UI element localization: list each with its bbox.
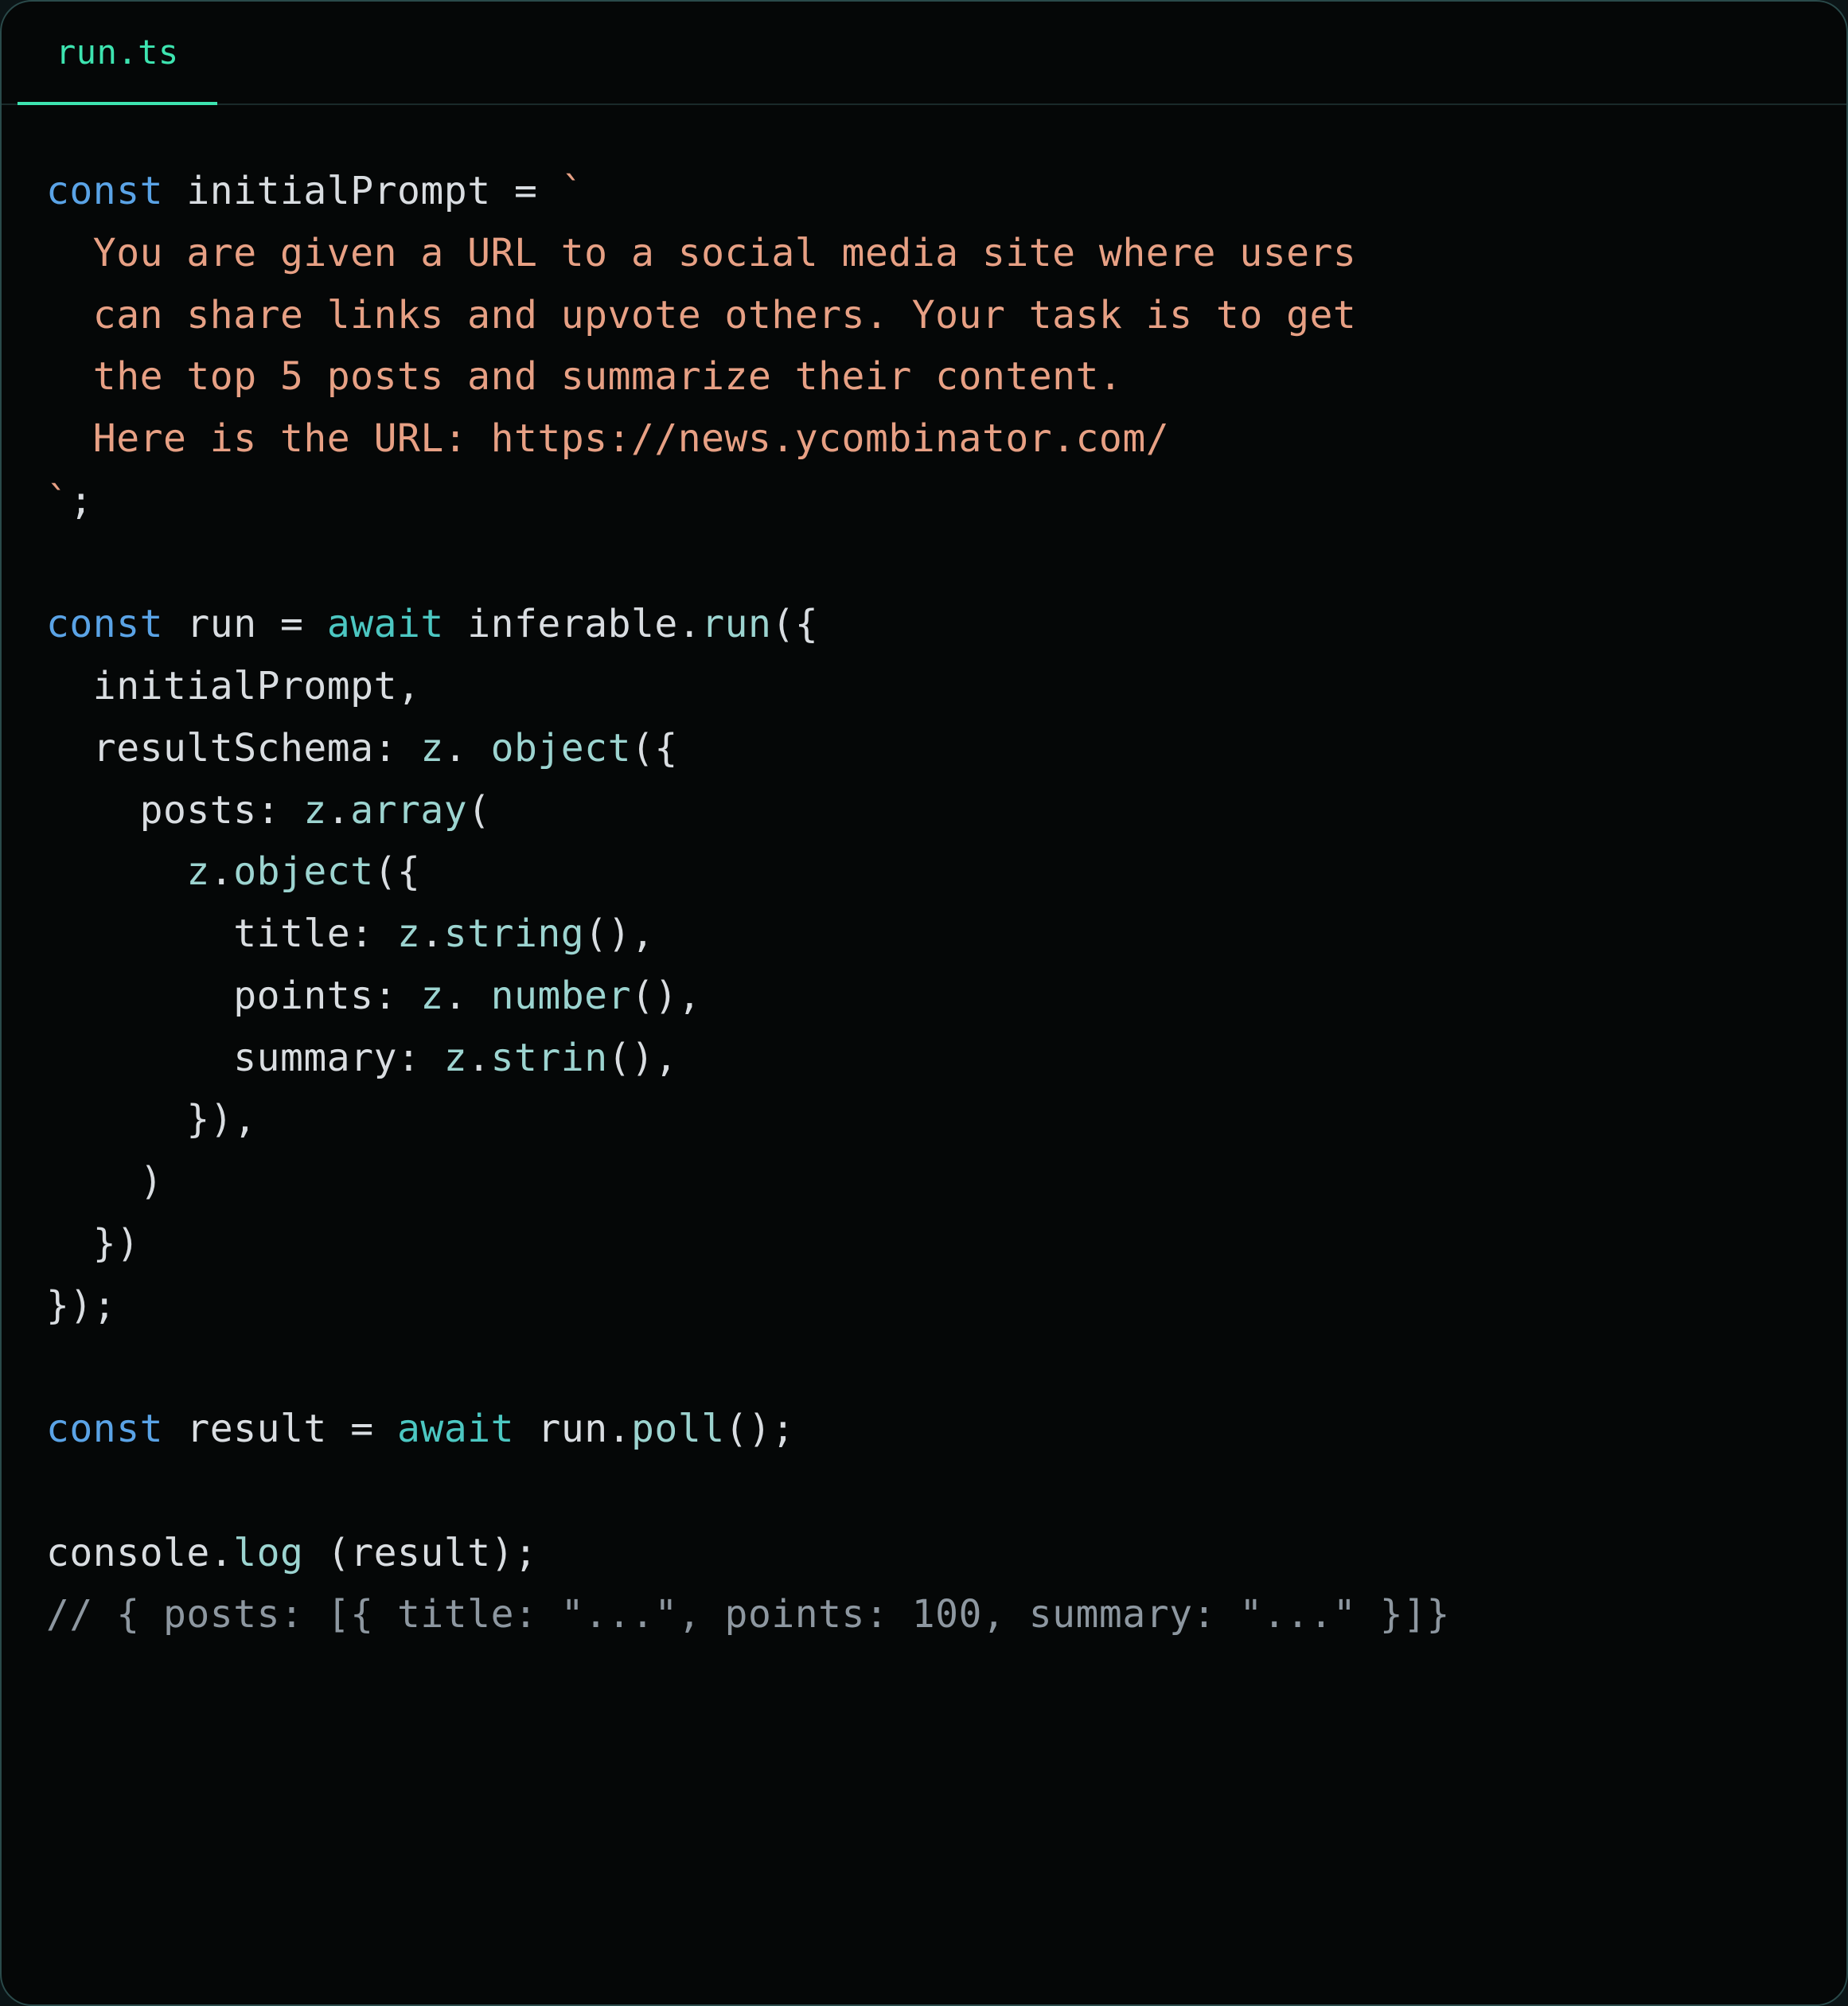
string-line: can share links and upvote others. Your … [46, 293, 1356, 338]
paren-open: ( [327, 1531, 350, 1575]
brace-open: ({ [771, 602, 818, 646]
indent [46, 849, 186, 894]
ident-run: run [186, 602, 256, 646]
dot: . [210, 849, 233, 894]
fn-string: string [444, 911, 584, 956]
fn-object: object [491, 726, 631, 771]
ident-z: z [303, 788, 326, 833]
prop-posts: posts: [46, 788, 303, 833]
ident-result: result [186, 1407, 326, 1451]
paren-close: ) [46, 1159, 163, 1204]
fn-run: run [701, 602, 771, 646]
ident-z: z [420, 726, 443, 771]
code-content[interactable]: const initialPrompt = ` You are given a … [2, 105, 1846, 1691]
keyword-const: const [46, 602, 163, 646]
brace-open: ({ [631, 726, 678, 771]
prop-resultSchema: resultSchema: [46, 726, 420, 771]
prop-summary: summary: [46, 1036, 444, 1080]
string-line: Here is the URL: https://news.ycombinato… [46, 416, 1169, 461]
ident-z: z [397, 911, 420, 956]
brace-close: }); [46, 1283, 116, 1328]
brace-close: }), [46, 1097, 257, 1142]
dot: . [444, 726, 491, 771]
string-line: You are given a URL to a social media si… [46, 231, 1356, 275]
tab-label: run.ts [56, 33, 179, 72]
semicolon: ; [69, 478, 92, 523]
paren-close: (), [631, 974, 701, 1018]
backtick-close: ` [46, 478, 69, 523]
fn-log: log [233, 1531, 303, 1575]
paren-open: ( [467, 788, 490, 833]
paren-close: (), [584, 911, 654, 956]
keyword-const: const [46, 169, 163, 213]
dot: . [608, 1407, 631, 1451]
operator-eq: = [350, 1407, 373, 1451]
space [303, 1531, 326, 1575]
tab-run-ts[interactable]: run.ts [18, 0, 217, 103]
dot: . [444, 974, 491, 1018]
code-line: initialPrompt, [46, 664, 420, 708]
prop-points: points: [46, 974, 420, 1018]
dot: . [327, 788, 350, 833]
fn-object: object [233, 849, 373, 894]
dot: . [210, 1531, 233, 1575]
brace-open: ({ [374, 849, 421, 894]
ident-inferable: inferable [467, 602, 678, 646]
paren-close: (), [608, 1036, 678, 1080]
operator-eq: = [514, 169, 537, 213]
keyword-const: const [46, 1407, 163, 1451]
fn-strin: strin [491, 1036, 608, 1080]
dot: . [420, 911, 443, 956]
prop-title: title: [46, 911, 397, 956]
keyword-await: await [327, 602, 444, 646]
operator-eq: = [280, 602, 303, 646]
dot: . [467, 1036, 490, 1080]
ident-console: console [46, 1531, 210, 1575]
string-line: the top 5 posts and summarize their cont… [46, 354, 1122, 399]
ident-z: z [186, 849, 209, 894]
paren-close: ); [491, 1531, 538, 1575]
ident-run: run [537, 1407, 607, 1451]
tab-bar: run.ts [2, 2, 1846, 105]
backtick-open: ` [561, 169, 584, 213]
keyword-await: await [397, 1407, 514, 1451]
code-editor-window: run.ts const initialPrompt = ` You are g… [0, 0, 1848, 2006]
ident-result: result [350, 1531, 490, 1575]
brace-close: }) [46, 1221, 140, 1266]
paren-close: (); [725, 1407, 795, 1451]
ident-z: z [444, 1036, 467, 1080]
comment-line: // { posts: [{ title: "...", points: 100… [46, 1592, 1450, 1637]
fn-poll: poll [631, 1407, 725, 1451]
ident-z: z [420, 974, 443, 1018]
fn-number: number [491, 974, 631, 1018]
dot: . [678, 602, 701, 646]
ident-initialPrompt: initialPrompt [186, 169, 490, 213]
fn-array: array [350, 788, 467, 833]
